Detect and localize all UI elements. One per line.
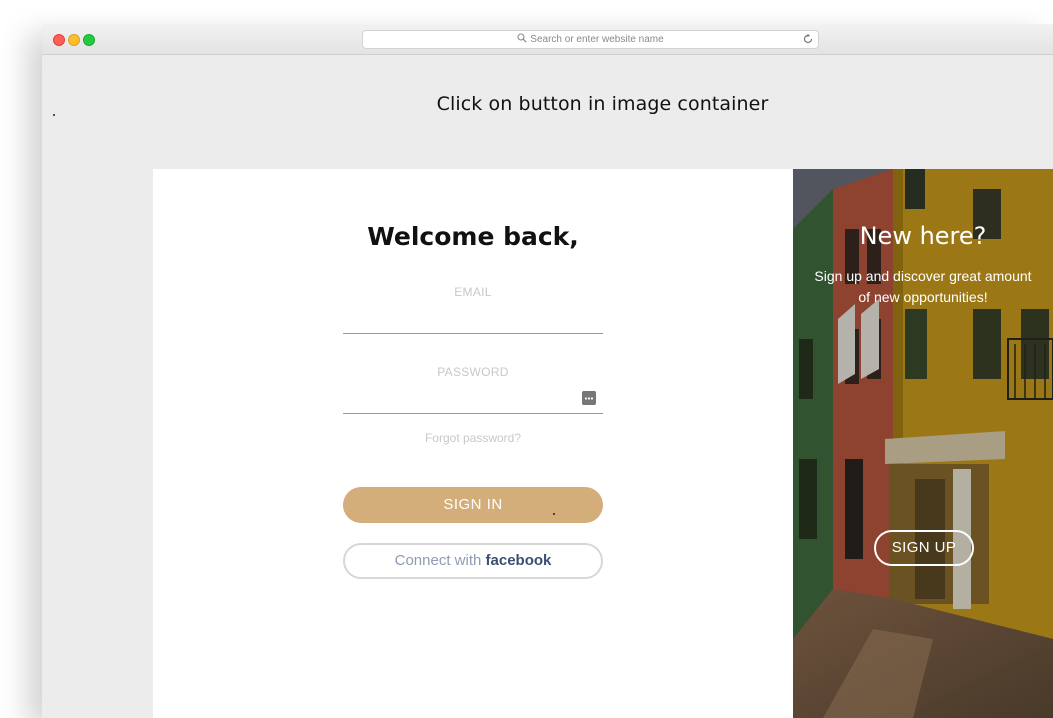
connect-facebook-button[interactable]: Connect with facebook <box>343 543 603 579</box>
password-key-icon[interactable] <box>582 391 596 405</box>
maximize-window-button[interactable] <box>83 34 95 46</box>
stray-dot <box>53 114 55 116</box>
page-content: Click on button in image container Welco… <box>42 55 1053 718</box>
new-here-subtitle: Sign up and discover great amount of new… <box>814 268 1032 305</box>
browser-titlebar: Search or enter website name <box>42 24 1053 55</box>
search-icon <box>517 33 527 43</box>
browser-window: Search or enter website name Click on bu… <box>42 24 1053 718</box>
reload-icon[interactable] <box>802 33 814 45</box>
close-window-button[interactable] <box>53 34 65 46</box>
stray-dot <box>553 513 555 515</box>
sign-in-label: SIGN IN <box>443 496 503 513</box>
login-form: Welcome back, EMAIL PASSWORD Forgot pass… <box>153 169 793 718</box>
facebook-prefix: Connect with <box>394 552 486 569</box>
image-container: New here? Sign up and discover great amo… <box>793 169 1053 718</box>
email-field[interactable] <box>343 305 603 334</box>
minimize-window-button[interactable] <box>68 34 80 46</box>
street-background-image <box>793 169 1053 718</box>
sign-up-button[interactable]: SIGN UP <box>874 530 974 566</box>
email-label: EMAIL <box>454 285 492 299</box>
sign-in-button[interactable]: SIGN IN <box>343 487 603 523</box>
sign-up-label: SIGN UP <box>891 539 957 556</box>
address-bar-placeholder: Search or enter website name <box>530 34 664 45</box>
new-here-title: New here? <box>859 222 987 250</box>
welcome-title: Welcome back, <box>367 222 579 251</box>
password-label: PASSWORD <box>437 365 509 379</box>
facebook-brand: facebook <box>485 552 552 569</box>
password-field[interactable] <box>343 385 603 414</box>
instruction-text: Click on button in image container <box>436 93 769 115</box>
forgot-password-link[interactable]: Forgot password? <box>343 431 603 445</box>
address-bar[interactable]: Search or enter website name <box>362 30 819 49</box>
login-card: Welcome back, EMAIL PASSWORD Forgot pass… <box>153 169 1053 718</box>
